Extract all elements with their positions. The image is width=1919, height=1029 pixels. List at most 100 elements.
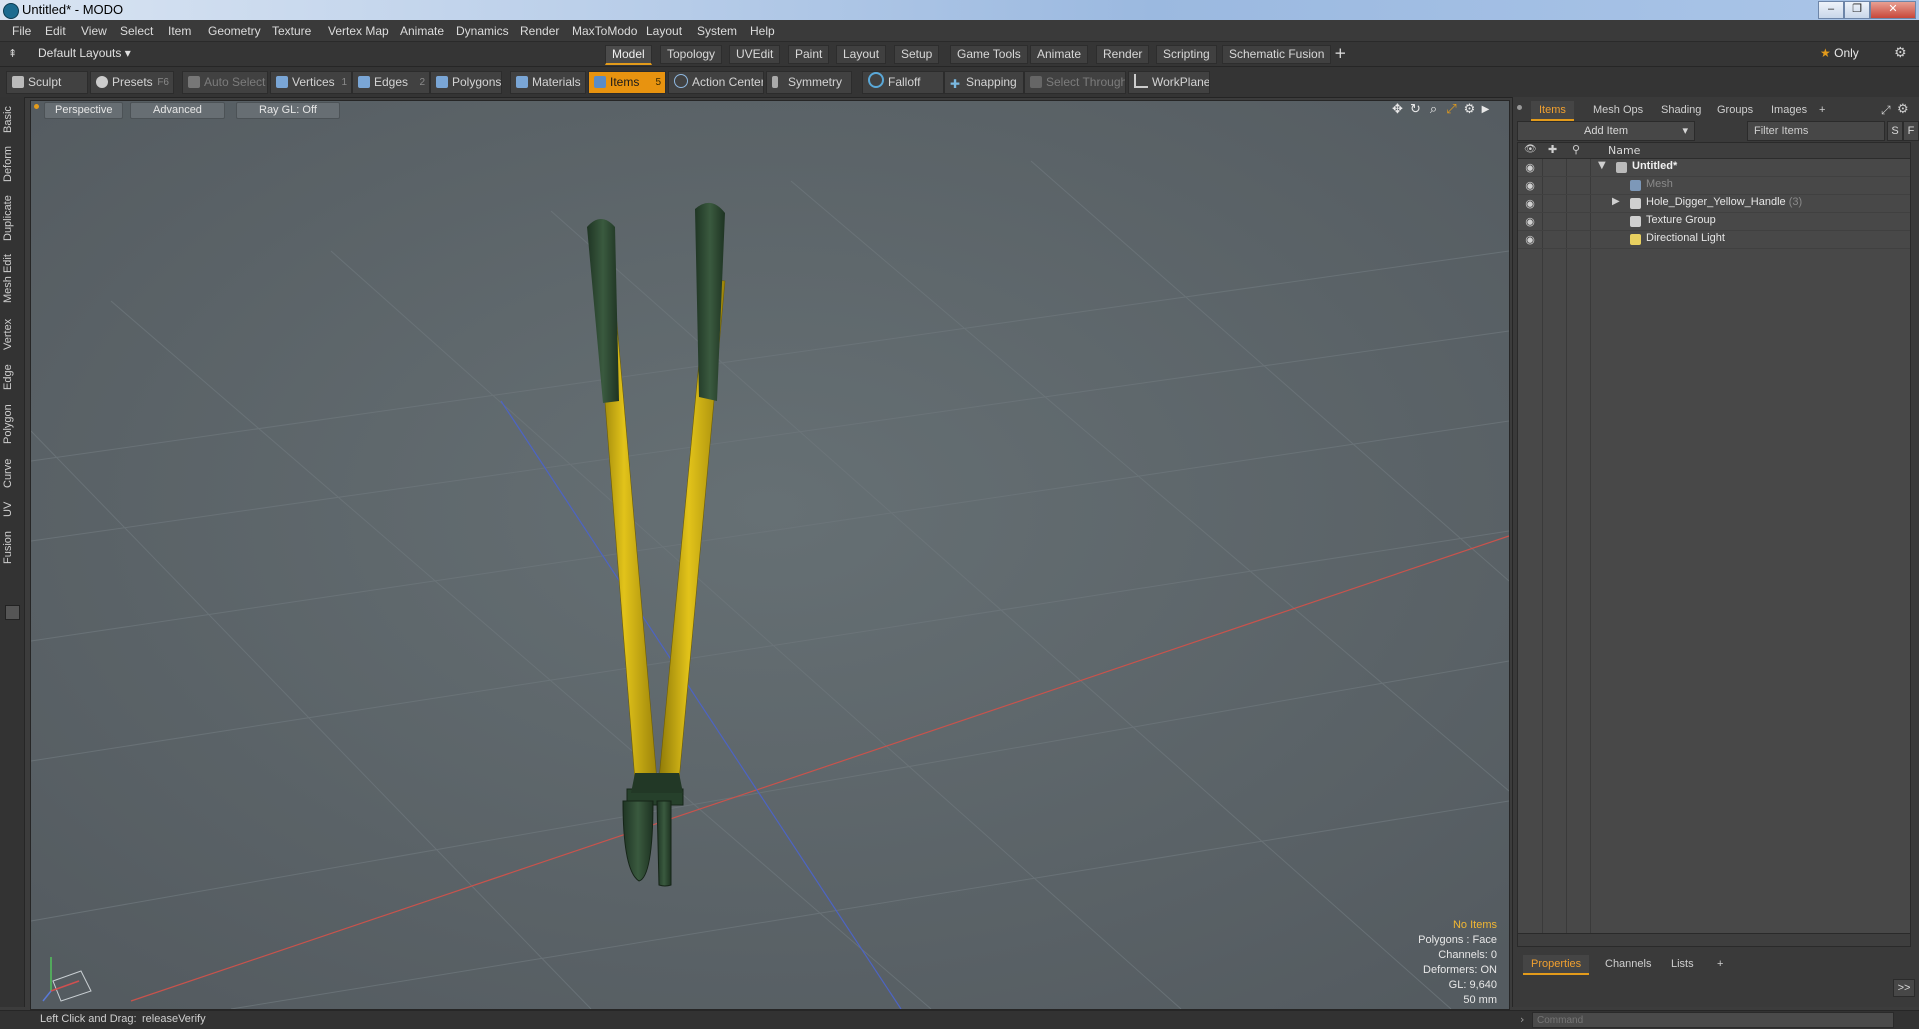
zoom-view-icon[interactable]: ⌕: [1426, 102, 1441, 117]
menu-help[interactable]: Help: [750, 24, 775, 38]
tab-polygon[interactable]: Polygon: [2, 401, 20, 447]
name-column-header[interactable]: Name: [1608, 144, 1640, 157]
tree-row-hole-digger[interactable]: ◉ ▶ Hole_Digger_Yellow_Handle (3): [1518, 195, 1910, 213]
tab-channels[interactable]: Channels: [1597, 955, 1659, 973]
f-filter-button[interactable]: F: [1903, 121, 1919, 141]
falloff-button[interactable]: Falloff: [862, 71, 944, 94]
items-button[interactable]: Items 5: [588, 71, 666, 94]
menu-edit[interactable]: Edit: [45, 24, 66, 38]
expand-arrow-icon[interactable]: ▶: [1612, 196, 1620, 207]
workplane-button[interactable]: WorkPlane: [1128, 71, 1210, 94]
tab-basic[interactable]: Basic: [2, 105, 20, 135]
menu-select[interactable]: Select: [120, 24, 153, 38]
tab-scripting[interactable]: Scripting: [1156, 45, 1217, 64]
tab-deform[interactable]: Deform: [2, 145, 20, 183]
tab-topology[interactable]: Topology: [660, 45, 723, 64]
add-properties-tab-button[interactable]: +: [1709, 955, 1731, 973]
default-layouts-dropdown[interactable]: Default Layouts ▾: [38, 46, 131, 60]
tab-shading[interactable]: Shading: [1653, 101, 1709, 119]
expand-icon[interactable]: ⤢: [1881, 103, 1891, 118]
tab-game-tools[interactable]: Game Tools: [950, 45, 1028, 64]
tab-uv[interactable]: UV: [2, 499, 20, 519]
add-layout-tab-button[interactable]: +: [1334, 44, 1347, 62]
lock-column-icon[interactable]: ✚: [1548, 143, 1557, 156]
panel-menu-dot[interactable]: [1517, 105, 1522, 110]
menu-view[interactable]: View: [81, 24, 107, 38]
command-input[interactable]: [1532, 1012, 1894, 1028]
maximize-button[interactable]: ❐: [1844, 1, 1870, 19]
menu-maxtomodo[interactable]: MaxToModo: [572, 24, 637, 38]
tab-model[interactable]: Model: [605, 45, 652, 65]
fit-view-icon[interactable]: ⤢: [1444, 102, 1459, 117]
tab-lists[interactable]: Lists: [1663, 955, 1702, 973]
tab-curve[interactable]: Curve: [2, 455, 20, 491]
tab-render[interactable]: Render: [1096, 45, 1150, 64]
3d-viewport[interactable]: No Items Polygons : Face Channels: 0 Def…: [30, 100, 1510, 1010]
tree-row-scene[interactable]: ◉ ▼ Untitled*: [1518, 159, 1910, 177]
menu-vertex-map[interactable]: Vertex Map: [328, 24, 389, 38]
tab-uvedit[interactable]: UVEdit: [729, 45, 781, 64]
sculpt-button[interactable]: Sculpt: [6, 71, 88, 94]
tab-edge[interactable]: Edge: [2, 361, 20, 393]
auto-select-button[interactable]: Auto Select: [182, 71, 268, 94]
tab-paint[interactable]: Paint: [788, 45, 830, 64]
collapse-arrow-icon[interactable]: ▼: [1598, 160, 1606, 171]
visibility-column-icon[interactable]: 👁: [1524, 144, 1537, 155]
symmetry-button[interactable]: Symmetry: [766, 71, 852, 94]
vertices-button[interactable]: Vertices 1: [270, 71, 352, 94]
minimize-button[interactable]: –: [1818, 1, 1844, 19]
menu-animate[interactable]: Animate: [400, 24, 444, 38]
filter-items-input[interactable]: Filter Items: [1747, 121, 1885, 141]
panel-gear-icon[interactable]: ⚙: [1897, 102, 1909, 117]
visibility-eye-icon[interactable]: ◉: [1523, 233, 1537, 246]
tab-properties[interactable]: Properties: [1523, 955, 1590, 975]
gear-icon[interactable]: ⚙: [1894, 45, 1907, 61]
layout-menu-icon[interactable]: ⇞: [8, 47, 17, 60]
add-item-button[interactable]: Add Item ▾: [1517, 121, 1695, 141]
only-toggle[interactable]: ★ Only: [1820, 46, 1859, 60]
tree-row-mesh[interactable]: ◉ Mesh: [1518, 177, 1910, 195]
visibility-eye-icon[interactable]: ◉: [1523, 161, 1537, 174]
snapping-button[interactable]: ✚ Snapping: [944, 71, 1024, 94]
presets-button[interactable]: Presets F6: [90, 71, 174, 94]
menu-file[interactable]: File: [12, 24, 31, 38]
tree-row-texture-group[interactable]: ◉ Texture Group: [1518, 213, 1910, 231]
tab-mesh-edit[interactable]: Mesh Edit: [2, 253, 20, 305]
menu-geometry[interactable]: Geometry: [208, 24, 261, 38]
tab-items[interactable]: Items: [1531, 101, 1574, 121]
menu-layout[interactable]: Layout: [646, 24, 682, 38]
add-panel-tab-button[interactable]: +: [1811, 101, 1833, 119]
visibility-eye-icon[interactable]: ◉: [1523, 179, 1537, 192]
polygons-button[interactable]: Polygons: [430, 71, 502, 94]
close-button[interactable]: ✕: [1870, 1, 1916, 19]
menu-dynamics[interactable]: Dynamics: [456, 24, 509, 38]
select-through-button[interactable]: Select Through: [1024, 71, 1126, 94]
tab-groups[interactable]: Groups: [1709, 101, 1761, 119]
tree-horizontal-scrollbar[interactable]: [1517, 933, 1911, 947]
raygl-button[interactable]: Ray GL: Off: [236, 102, 340, 119]
tab-animate[interactable]: Animate: [1030, 45, 1089, 64]
tree-row-directional-light[interactable]: ◉ Directional Light: [1518, 231, 1910, 249]
tab-fusion[interactable]: Fusion: [2, 527, 20, 567]
visibility-eye-icon[interactable]: ◉: [1523, 215, 1537, 228]
tab-mesh-ops[interactable]: Mesh Ops: [1585, 101, 1651, 119]
tab-setup[interactable]: Setup: [894, 45, 940, 64]
menu-item[interactable]: Item: [168, 24, 191, 38]
tab-images[interactable]: Images: [1763, 101, 1815, 119]
viewport-settings-icon[interactable]: ⚙: [1462, 102, 1477, 117]
tab-toggle-button[interactable]: [5, 605, 20, 620]
shading-mode-button[interactable]: Advanced: [130, 102, 225, 119]
visibility-eye-icon[interactable]: ◉: [1523, 197, 1537, 210]
s-filter-button[interactable]: S: [1887, 121, 1903, 141]
type-column-icon[interactable]: ⚲: [1572, 143, 1580, 156]
move-view-icon[interactable]: ✥: [1390, 102, 1405, 117]
menu-texture[interactable]: Texture: [272, 24, 311, 38]
view-mode-button[interactable]: Perspective: [44, 102, 124, 119]
tab-vertex[interactable]: Vertex: [2, 315, 20, 353]
materials-button[interactable]: Materials: [510, 71, 586, 94]
rotate-view-icon[interactable]: ↻: [1408, 102, 1423, 117]
menu-system[interactable]: System: [697, 24, 737, 38]
expand-properties-button[interactable]: >>: [1893, 979, 1915, 997]
tab-duplicate[interactable]: Duplicate: [2, 193, 20, 243]
tab-layout[interactable]: Layout: [836, 45, 887, 64]
